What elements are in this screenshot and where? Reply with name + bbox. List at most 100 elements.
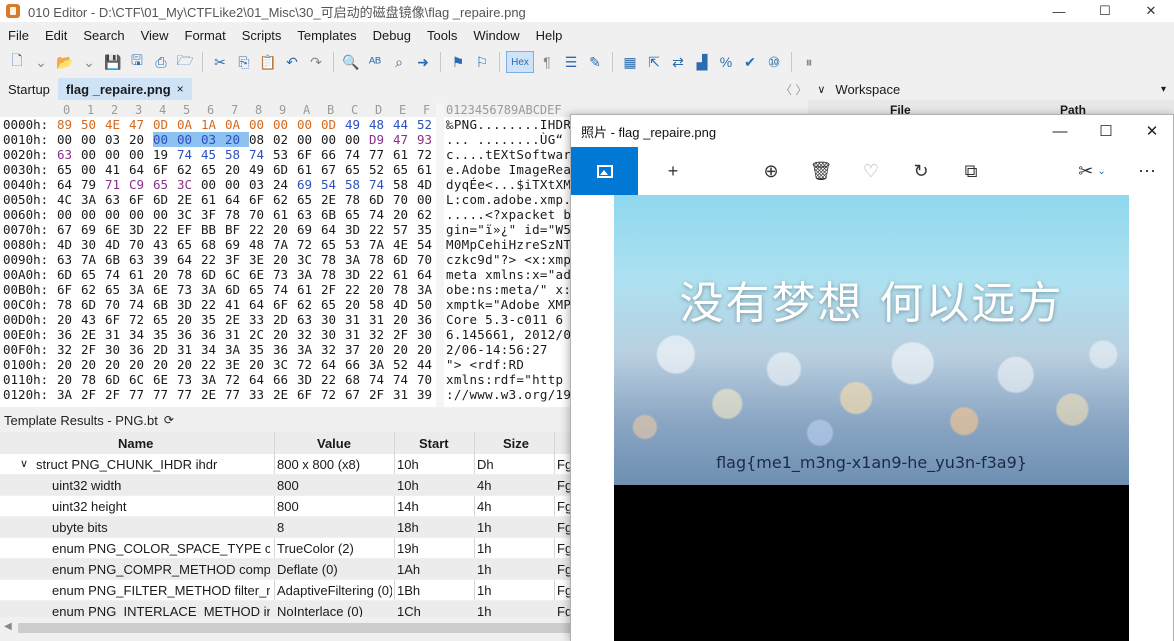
close-button[interactable]: ✕	[1128, 0, 1174, 22]
hex-byte[interactable]: 6D	[201, 267, 223, 282]
hex-row[interactable]: 0000h: 89 50 4E 47 0D 0A 1A 0A 00 00 00 0D 49 48 44 52 ‰P…	[0, 117, 570, 132]
hex-byte[interactable]: 30	[321, 312, 343, 327]
open-dropdown-icon[interactable]: ⌄	[78, 51, 100, 73]
hex-byte[interactable]: 20	[177, 312, 199, 327]
hex-byte[interactable]: 2E	[273, 387, 295, 402]
hex-row[interactable]: 0100h: 20 20 20 20 20 20 22 3E 20 3C 72 64 66 3A 52 44 "…	[0, 357, 570, 372]
table-row[interactable]: ubyte bits 8 18h 1h Fg	[0, 517, 570, 538]
paste-icon[interactable]: 📋	[257, 51, 279, 73]
hex-byte[interactable]: 6B	[105, 252, 127, 267]
hex-byte[interactable]: EF	[177, 222, 199, 237]
hex-byte[interactable]: 65	[297, 192, 319, 207]
hex-byte[interactable]: 74	[345, 147, 367, 162]
hex-byte[interactable]: BF	[225, 222, 247, 237]
columns-icon[interactable]: ☰	[560, 51, 582, 73]
hex-byte[interactable]: 00	[81, 147, 103, 162]
scroll-thumb[interactable]	[18, 623, 570, 633]
workspace-nav-arrows[interactable]: 〈 〉	[780, 81, 807, 98]
hex-byte[interactable]: 6C	[129, 372, 151, 387]
hex-byte[interactable]: 3A	[369, 357, 391, 372]
hex-byte[interactable]: 00	[129, 207, 151, 222]
hex-byte[interactable]: 3C	[177, 207, 199, 222]
hex-byte[interactable]: 49	[345, 117, 367, 132]
hex-byte[interactable]: 2F	[81, 342, 103, 357]
hex-byte[interactable]: 72	[225, 372, 247, 387]
hex-byte[interactable]: 6E	[153, 282, 175, 297]
calculator-icon[interactable]: ▦	[619, 51, 641, 73]
hex-byte[interactable]: 2E	[81, 327, 103, 342]
hex-row[interactable]: 0020h: 63 00 00 00 19 74 45 58 74 53 6F 66 74 77 61 72 c.…	[0, 147, 570, 162]
scroll-left-icon[interactable]: ◀	[4, 621, 12, 632]
hex-byte[interactable]: 48	[249, 237, 271, 252]
hex-byte[interactable]: 2F	[105, 387, 127, 402]
hex-byte[interactable]: 65	[393, 162, 415, 177]
hex-byte[interactable]: 22	[369, 267, 391, 282]
hex-byte[interactable]: 78	[369, 252, 391, 267]
table-row[interactable]: enum PNG_INTERLACE_METHOD int... NoInterl…	[0, 601, 570, 617]
table-row[interactable]: ∨ struct PNG_CHUNK_IHDR ihdr 800 x 800 (x8…	[0, 454, 570, 475]
more-icon[interactable]: ⋯	[1127, 147, 1167, 195]
hex-byte[interactable]: 66	[273, 372, 295, 387]
hex-byte[interactable]: 3A	[225, 342, 247, 357]
hex-byte[interactable]: 00	[81, 207, 103, 222]
pause-icon[interactable]: ⏸	[798, 51, 820, 73]
hex-byte[interactable]: 00	[153, 132, 177, 147]
hex-byte[interactable]: 61	[393, 267, 415, 282]
hex-byte[interactable]: 19	[153, 147, 175, 162]
hex-byte[interactable]: 47	[393, 132, 415, 147]
hex-byte[interactable]: 6E	[249, 267, 271, 282]
hex-ascii[interactable]: czkc9d"?> <x:xmp	[446, 252, 570, 267]
hex-byte[interactable]: 6D	[369, 192, 391, 207]
hex-byte[interactable]: 66	[321, 147, 343, 162]
hex-byte[interactable]: 20	[129, 132, 151, 147]
hex-byte[interactable]: 63	[57, 147, 79, 162]
hex-byte[interactable]: 00	[105, 147, 127, 162]
histogram-icon[interactable]: ▟	[691, 51, 713, 73]
hex-byte[interactable]: 61	[297, 282, 319, 297]
hex-byte[interactable]: 00	[201, 177, 223, 192]
hex-byte[interactable]: 00	[273, 117, 295, 132]
replace-icon[interactable]: ᴬᴮ	[364, 51, 386, 73]
menu-scripts[interactable]: Scripts	[234, 28, 290, 43]
hex-byte[interactable]: 78	[225, 207, 247, 222]
hex-byte[interactable]: 35	[153, 327, 175, 342]
menu-format[interactable]: Format	[177, 28, 234, 43]
hex-byte[interactable]: 20	[393, 312, 415, 327]
hex-byte[interactable]: 31	[369, 312, 391, 327]
hex-byte[interactable]: 22	[201, 297, 223, 312]
hex-byte[interactable]: 6D	[225, 282, 247, 297]
hex-byte[interactable]: 22	[345, 282, 367, 297]
table-row[interactable]: uint32 height 800 14h 4h Fg	[0, 496, 570, 517]
hex-byte[interactable]: 6B	[321, 207, 343, 222]
hex-byte[interactable]: 22	[153, 222, 175, 237]
hex-byte[interactable]: 53	[345, 237, 367, 252]
col-size[interactable]: Size	[503, 436, 529, 451]
menu-templates[interactable]: Templates	[289, 28, 364, 43]
hex-byte[interactable]: 64	[129, 162, 151, 177]
hex-byte[interactable]: BB	[201, 222, 223, 237]
hex-byte[interactable]: 67	[321, 162, 343, 177]
hex-byte[interactable]: 4C	[57, 192, 79, 207]
hex-byte[interactable]: 3C	[273, 357, 295, 372]
hex-byte[interactable]: 7A	[273, 237, 295, 252]
checksum-icon[interactable]: ✔	[739, 51, 761, 73]
hex-byte[interactable]: 6F	[57, 282, 79, 297]
hex-byte[interactable]: 7A	[369, 237, 391, 252]
results-horizontal-scrollbar[interactable]: ◀	[0, 617, 570, 641]
hex-byte[interactable]: 3A	[297, 267, 319, 282]
hex-byte[interactable]: 0D	[321, 117, 343, 132]
hex-byte[interactable]: 77	[225, 387, 247, 402]
hex-byte[interactable]: 63	[297, 312, 319, 327]
hex-byte[interactable]: 22	[201, 252, 223, 267]
hex-byte[interactable]: 20	[273, 327, 295, 342]
hex-byte[interactable]: 62	[81, 282, 103, 297]
hex-byte[interactable]: 64	[225, 192, 247, 207]
hex-byte[interactable]: 74	[273, 282, 295, 297]
hex-byte[interactable]: 72	[297, 357, 319, 372]
hex-byte[interactable]: 31	[345, 327, 367, 342]
hex-byte[interactable]: 08	[249, 132, 271, 147]
hex-byte[interactable]: 0A	[225, 117, 247, 132]
hex-byte[interactable]: 7A	[81, 252, 103, 267]
hex-byte[interactable]: 64	[249, 297, 271, 312]
hex-byte[interactable]: 53	[273, 147, 295, 162]
